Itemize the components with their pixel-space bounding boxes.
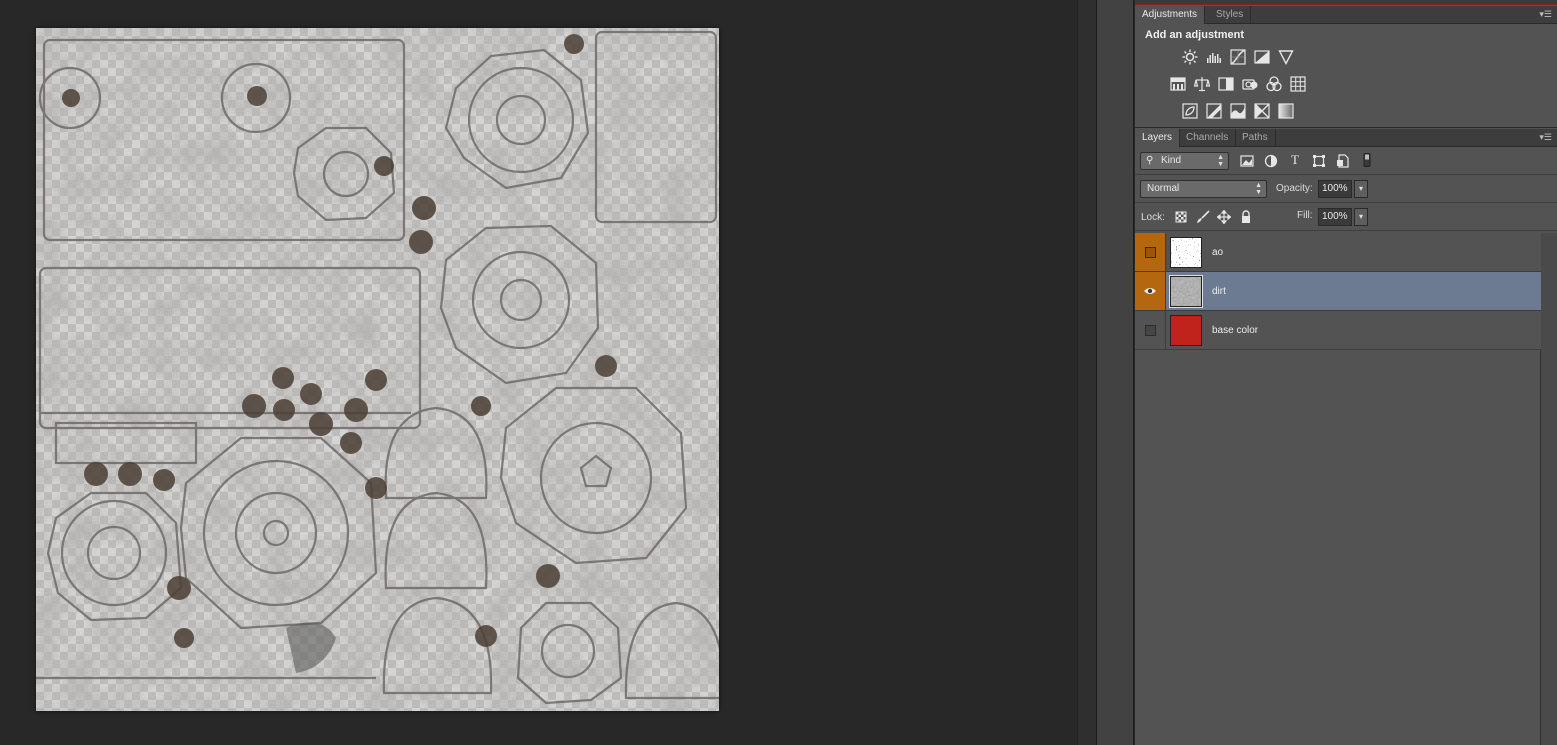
pixel-filter-icon[interactable]: [1239, 153, 1255, 169]
filter-kind-select[interactable]: ⚲ Kind ▲ ▼: [1140, 152, 1229, 170]
eye-icon: [1144, 288, 1156, 294]
lock-brush-icon[interactable]: [1195, 209, 1211, 225]
opacity-label: Opacity:: [1276, 183, 1313, 194]
fill-slider-dropdown[interactable]: ▾: [1354, 208, 1368, 226]
layer-thumbnail: [1170, 315, 1202, 346]
black-white-icon[interactable]: [1217, 75, 1235, 93]
layer-thumbnail: [1170, 237, 1202, 268]
layer-visibility-toggle[interactable]: [1135, 311, 1166, 349]
lock-all-icon[interactable]: [1238, 209, 1254, 225]
adjustment-row-2: [1169, 75, 1307, 93]
layer-row-base-color[interactable]: base color: [1135, 311, 1541, 350]
layer-name: dirt: [1212, 286, 1226, 297]
threshold-icon[interactable]: [1229, 102, 1247, 120]
layer-row-dirt[interactable]: dirt: [1135, 272, 1541, 311]
blend-opacity-row: Normal ▲ ▼ Opacity: 100% ▾: [1135, 175, 1557, 203]
lock-move-icon[interactable]: [1216, 209, 1232, 225]
visibility-off-icon: [1144, 324, 1156, 336]
layer-name: base color: [1212, 325, 1259, 336]
lock-fill-row: Lock: Fill: 100% ▾: [1135, 203, 1557, 231]
vibrance-icon[interactable]: [1277, 48, 1295, 66]
panel-top-strip: [1135, 0, 1557, 5]
adjustment-row-1: [1181, 48, 1295, 66]
adjustment-filter-icon[interactable]: [1263, 153, 1279, 169]
selective-color-icon[interactable]: [1253, 102, 1271, 120]
blend-mode-value: Normal: [1147, 183, 1180, 194]
document-canvas[interactable]: [36, 28, 719, 711]
color-balance-icon[interactable]: [1193, 75, 1211, 93]
shape-filter-icon[interactable]: [1311, 153, 1327, 169]
exposure-icon[interactable]: [1253, 48, 1271, 66]
layer-visibility-toggle[interactable]: [1135, 272, 1166, 310]
invert-icon[interactable]: [1181, 102, 1199, 120]
updown-arrows-icon: ▲ ▼: [1217, 154, 1224, 168]
posterize-icon[interactable]: [1205, 102, 1223, 120]
adjustments-panel: Add an adjustment: [1135, 24, 1557, 128]
photo-filter-icon[interactable]: [1241, 75, 1259, 93]
fill-label: Fill:: [1297, 210, 1313, 221]
layers-scrollbar[interactable]: [1541, 233, 1557, 745]
layers-panel: ⚲ Kind ▲ ▼ T Normal ▲ ▼ Opacity: 100% ▾ …: [1135, 147, 1557, 745]
updown-arrows-icon: ▲ ▼: [1255, 182, 1262, 196]
channel-mixer-icon[interactable]: [1265, 75, 1283, 93]
layers-panel-menu-icon[interactable]: ▾☰: [1538, 132, 1552, 142]
adjustments-title: Add an adjustment: [1145, 29, 1245, 41]
hue-saturation-icon[interactable]: [1169, 75, 1187, 93]
smart-object-filter-icon[interactable]: [1335, 153, 1351, 169]
levels-icon[interactable]: [1205, 48, 1223, 66]
tab-layers[interactable]: Layers: [1135, 129, 1181, 147]
filter-kind-label: Kind: [1161, 155, 1182, 166]
layer-row-ao[interactable]: ao: [1135, 233, 1541, 272]
tab-channels[interactable]: Channels: [1179, 129, 1237, 147]
lock-transparent-icon[interactable]: [1173, 209, 1189, 225]
texture-artwork: [36, 28, 719, 711]
filter-toggle-icon[interactable]: [1359, 152, 1375, 168]
visibility-off-icon: [1144, 246, 1156, 258]
lock-label: Lock:: [1141, 212, 1165, 223]
type-filter-icon[interactable]: T: [1287, 152, 1303, 168]
adjustments-tabbar: Adjustments Styles ▾☰: [1135, 6, 1557, 24]
color-lookup-icon[interactable]: [1289, 75, 1307, 93]
opacity-slider-dropdown[interactable]: ▾: [1354, 180, 1368, 198]
collapsed-panel-strip: [1096, 0, 1134, 745]
gradient-map-icon[interactable]: [1277, 102, 1295, 120]
adjustment-row-3: [1181, 102, 1295, 120]
search-icon: ⚲: [1146, 155, 1154, 166]
opacity-input[interactable]: 100%: [1318, 180, 1352, 198]
layer-list: ao dirt base color: [1135, 233, 1541, 745]
layer-name: ao: [1212, 247, 1224, 258]
layer-thumbnail: [1169, 275, 1203, 308]
adjustments-panel-menu-icon[interactable]: ▾☰: [1538, 9, 1552, 19]
tab-paths[interactable]: Paths: [1235, 129, 1276, 147]
layer-filter-row: ⚲ Kind ▲ ▼ T: [1135, 147, 1557, 175]
layer-visibility-toggle[interactable]: [1135, 233, 1166, 271]
layers-tabbar: Layers Channels Paths ▾☰: [1135, 129, 1557, 147]
curves-icon[interactable]: [1229, 48, 1247, 66]
blend-mode-select[interactable]: Normal ▲ ▼: [1140, 180, 1267, 198]
panels-column: Adjustments Styles ▾☰ Add an adjustment: [1135, 0, 1557, 745]
canvas-workspace[interactable]: [0, 0, 1077, 745]
dock-gutter: [1077, 0, 1096, 745]
tab-adjustments[interactable]: Adjustments: [1135, 6, 1206, 24]
tab-styles[interactable]: Styles: [1209, 6, 1252, 24]
fill-input[interactable]: 100%: [1318, 208, 1352, 226]
brightness-contrast-icon[interactable]: [1181, 48, 1199, 66]
